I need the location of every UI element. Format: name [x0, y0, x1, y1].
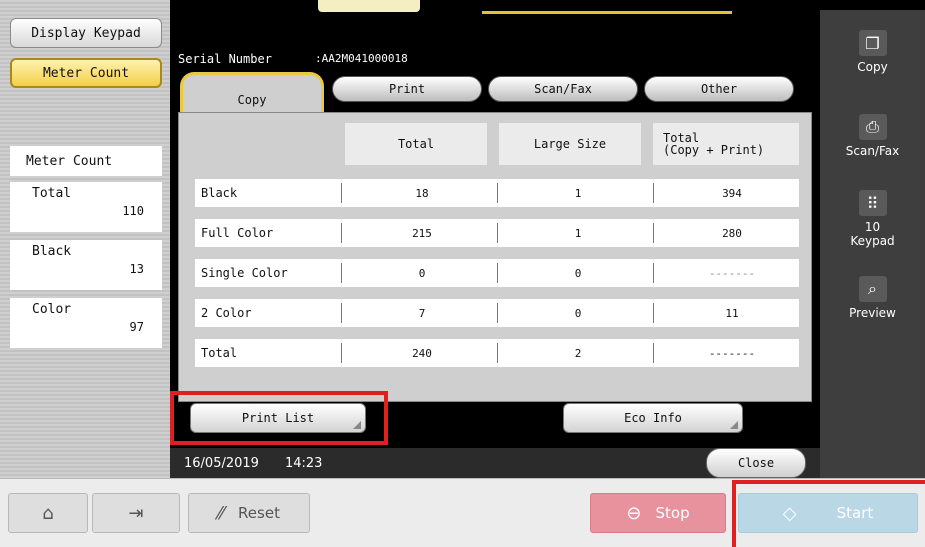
reset-icon: ⁄⁄ — [218, 502, 225, 524]
column-header-total: Total — [345, 123, 487, 165]
row-name: Total — [201, 346, 238, 360]
cell-large-size: 0 — [574, 266, 582, 280]
counter-label: Black — [32, 244, 72, 259]
home-button[interactable]: ⌂ — [8, 493, 88, 533]
cell-total-copy-print: 280 — [722, 226, 742, 240]
reset-button[interactable]: ⁄⁄ Reset — [188, 493, 310, 533]
cell-total-copy-print: 394 — [722, 186, 742, 200]
home-icon: ⌂ — [42, 502, 54, 524]
highlight-frame — [732, 480, 925, 547]
column-divider — [341, 223, 342, 243]
meter-table-panel: Total Large Size Total (Copy + Print) Bl… — [178, 112, 812, 402]
eco-info-label: Eco Info — [624, 411, 682, 425]
close-button[interactable]: Close — [706, 448, 806, 478]
column-divider — [497, 303, 498, 323]
counter-total: Total 110 — [10, 182, 162, 232]
cell-total: 0 — [418, 266, 426, 280]
stop-button[interactable]: ⊖ Stop — [590, 493, 726, 533]
table-row: Black 18 1 394 — [195, 179, 799, 207]
copy-shortcut-label: Copy — [857, 60, 888, 74]
counter-label: Total — [32, 186, 72, 201]
stop-icon: ⊖ — [626, 502, 642, 524]
counter-label: Color — [32, 302, 72, 317]
tab-copy[interactable]: Copy — [180, 72, 324, 116]
serial-number-label: Serial Number — [178, 52, 272, 66]
scan-fax-shortcut-label: Scan/Fax — [845, 144, 900, 158]
keypad-number-label: 10 — [864, 220, 881, 234]
row-name: Single Color — [201, 266, 288, 280]
header-accent-line — [482, 0, 732, 14]
column-divider — [653, 303, 654, 323]
counter-value: 13 — [129, 262, 144, 276]
meter-count-button[interactable]: Meter Count — [10, 58, 162, 88]
logout-icon: ⇥ — [128, 502, 144, 524]
corner-mark-icon — [730, 421, 738, 429]
table-row: 2 Color 7 0 11 — [195, 299, 799, 327]
cell-total: 240 — [412, 346, 432, 360]
table-row: Full Color 215 1 280 — [195, 219, 799, 247]
cell-large-size: 2 — [574, 346, 582, 360]
cell-large-size: 1 — [574, 186, 582, 200]
column-divider — [341, 343, 342, 363]
reset-label: Reset — [238, 504, 280, 522]
cell-large-size: 1 — [574, 226, 582, 240]
column-divider — [653, 223, 654, 243]
tab-other[interactable]: Other — [644, 76, 794, 102]
preview-icon: ⌕ — [858, 276, 887, 302]
cell-total: 18 — [415, 186, 429, 200]
table-row: Single Color 0 0 ------- — [195, 259, 799, 287]
column-divider — [653, 183, 654, 203]
cell-total-copy-print: ------- — [708, 266, 756, 280]
row-name: 2 Color — [201, 306, 252, 320]
status-time: 14:23 — [284, 455, 323, 471]
stop-label: Stop — [655, 504, 690, 522]
cell-large-size: 0 — [574, 306, 582, 320]
column-divider — [341, 303, 342, 323]
scan-fax-icon: ⎙ — [858, 114, 887, 140]
eco-info-button[interactable]: Eco Info — [563, 403, 743, 433]
keypad-icon: ⠿ — [858, 190, 887, 216]
serial-number-value: :AA2M041000018 — [315, 52, 408, 65]
counter-value: 97 — [129, 320, 144, 334]
tab-scan-fax[interactable]: Scan/Fax — [488, 76, 638, 102]
table-row: Total 240 2 ------- — [195, 339, 799, 367]
column-divider — [497, 223, 498, 243]
counter-value: 110 — [122, 204, 144, 218]
column-header-total-copy-print: Total (Copy + Print) — [653, 123, 799, 165]
preview-shortcut[interactable]: ⌕ Preview — [820, 276, 925, 320]
column-header-large-size: Large Size — [499, 123, 641, 165]
column-divider — [341, 183, 342, 203]
right-function-bar: ❐ Copy ⎙ Scan/Fax ⠿ 10 Keypad ⌕ Preview — [820, 10, 925, 478]
copy-shortcut[interactable]: ❐ Copy — [820, 30, 925, 74]
status-date: 16/05/2019 — [184, 455, 259, 471]
top-handle — [318, 0, 420, 12]
column-divider — [653, 263, 654, 283]
tab-print[interactable]: Print — [332, 76, 482, 102]
cell-total: 7 — [418, 306, 426, 320]
keypad-shortcut[interactable]: ⠿ 10 Keypad — [820, 190, 925, 248]
keypad-shortcut-label: Keypad — [850, 234, 895, 248]
cell-total-copy-print: ------- — [708, 346, 756, 360]
meter-count-screen: Serial Number :AA2M041000018 Copy Print … — [170, 0, 820, 478]
left-panel: Display Keypad Meter Count Meter Count T… — [0, 0, 170, 478]
column-divider — [653, 343, 654, 363]
counter-black: Black 13 — [10, 240, 162, 290]
display-keypad-button[interactable]: Display Keypad — [10, 18, 162, 48]
copy-icon: ❐ — [858, 30, 887, 56]
meter-count-heading: Meter Count — [10, 146, 162, 176]
column-divider — [497, 263, 498, 283]
cell-total-copy-print: 11 — [725, 306, 739, 320]
column-divider — [497, 183, 498, 203]
preview-shortcut-label: Preview — [849, 306, 896, 320]
counter-color: Color 97 — [10, 298, 162, 348]
highlight-frame — [170, 391, 388, 445]
scan-fax-shortcut[interactable]: ⎙ Scan/Fax — [820, 114, 925, 158]
column-divider — [341, 263, 342, 283]
row-name: Black — [201, 186, 238, 200]
cell-total: 215 — [412, 226, 432, 240]
logout-button[interactable]: ⇥ — [92, 493, 180, 533]
row-name: Full Color — [201, 226, 274, 240]
column-divider — [497, 343, 498, 363]
